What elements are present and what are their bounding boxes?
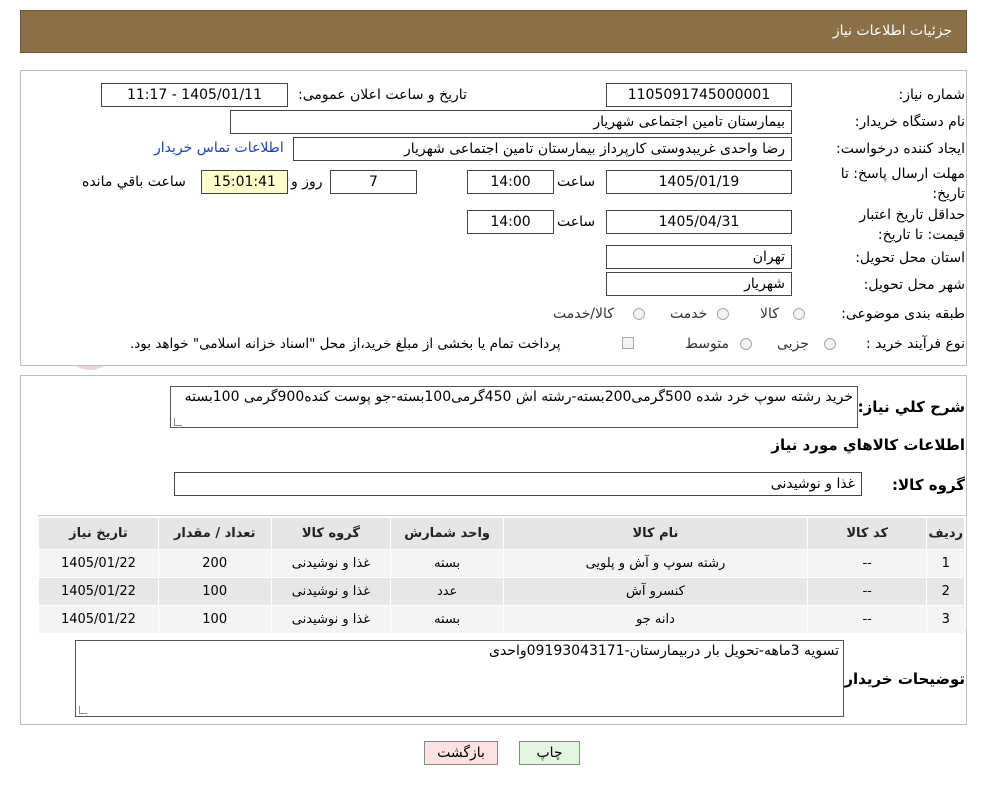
creator-field: رضا واحدی غریبدوستی کارپرداز بیمارستان ت… — [293, 137, 792, 161]
category-option-goods: کالا — [760, 306, 779, 322]
col-header-group: گروه كالا — [270, 517, 392, 550]
cell-quantity: 200 — [157, 549, 272, 578]
treasury-payment-checkbox[interactable] — [622, 337, 634, 349]
cell-date: 1405/01/22 — [38, 605, 159, 634]
category-option-service: خدمت — [670, 306, 708, 322]
cell-unit: بسته — [390, 549, 504, 578]
cell-quantity: 100 — [157, 605, 272, 634]
back-button[interactable]: بازگشت — [424, 741, 498, 765]
days-field: 7 — [330, 170, 417, 194]
validity-time-label: ساعت — [557, 214, 596, 230]
cell-group: غذا و نوشیدنی — [270, 549, 392, 578]
table-row: 1 -- رشته سوپ و آش و پلویی بسته غذا و نو… — [38, 549, 965, 578]
cell-date: 1405/01/22 — [38, 549, 159, 578]
category-label: طبقه بندی موضوعی: — [841, 306, 965, 322]
cell-unit: عدد — [390, 577, 504, 606]
validity-label-text: حداقل تاریخ اعتبار قیمت: تا تاریخ: — [859, 207, 965, 243]
city-label: شهر محل تحویل: — [863, 277, 965, 293]
process-radio-medium[interactable] — [740, 338, 752, 350]
goods-table: رديف كد كالا نام كالا واحد شمارش گروه كا… — [38, 517, 965, 634]
cell-name: رشته سوپ و آش و پلویی — [503, 549, 808, 578]
cell-row: 2 — [926, 577, 965, 606]
city-field: شهریار — [606, 272, 792, 296]
deadline-time-field: 14:00 — [467, 170, 554, 194]
category-option-both: کالا/خدمت — [553, 306, 614, 322]
cell-code: -- — [806, 549, 928, 578]
page-header: جزئیات اطلاعات نیاز — [20, 10, 967, 53]
print-button[interactable]: چاپ — [519, 741, 580, 765]
col-header-code: كد كالا — [806, 517, 928, 550]
province-label: استان محل تحویل: — [855, 250, 965, 266]
col-header-quantity: تعداد / مقدار — [157, 517, 272, 550]
cell-name: دانه جو — [503, 605, 808, 634]
cell-quantity: 100 — [157, 577, 272, 606]
buyer-notes-label: توضیحات خریدار: — [838, 670, 965, 688]
process-radio-minor[interactable] — [824, 338, 836, 350]
deadline-label-text: مهلت ارسال پاسخ: تا تاریخ: — [840, 166, 965, 202]
remaining-time-field: 15:01:41 — [201, 170, 288, 194]
buyer-org-field: بیمارستان تامین اجتماعی شهریار — [230, 110, 792, 134]
province-field: تهران — [606, 245, 792, 269]
cell-row: 1 — [926, 549, 965, 578]
cell-group: غذا و نوشیدنی — [270, 577, 392, 606]
validity-date-field: 1405/04/31 — [606, 210, 792, 234]
cell-code: -- — [806, 605, 928, 634]
goods-group-field: غذا و نوشیدنی — [174, 472, 862, 496]
cell-name: کنسرو آش — [503, 577, 808, 606]
goods-group-label: گروه كالا: — [892, 476, 965, 494]
category-radio-goods[interactable] — [793, 308, 805, 320]
process-label: نوع فرآیند خرید : — [866, 336, 965, 352]
buyer-contact-link[interactable]: اطلاعات تماس خریدار — [154, 140, 284, 156]
creator-label: ایجاد کننده درخواست: — [836, 141, 965, 157]
summary-textarea[interactable]: خرید رشته سوپ خرد شده 500گرمی200بسته-رشت… — [170, 386, 858, 428]
need-number-field: 1105091745000001 — [606, 83, 792, 107]
process-option-minor: جزیی — [777, 336, 809, 352]
col-header-unit: واحد شمارش — [390, 517, 504, 550]
treasury-payment-note: پرداخت تمام یا بخشی از مبلغ خرید،از محل … — [130, 336, 561, 352]
col-header-date: تاريخ نياز — [38, 517, 159, 550]
col-header-row: رديف — [926, 517, 965, 550]
cell-unit: بسته — [390, 605, 504, 634]
col-header-name: نام كالا — [503, 517, 808, 550]
deadline-time-label: ساعت — [557, 174, 596, 190]
summary-label: شرح کلي نياز: — [857, 398, 965, 416]
process-option-medium: متوسط — [685, 336, 729, 352]
table-row: 2 -- کنسرو آش عدد غذا و نوشیدنی 100 1405… — [38, 577, 965, 606]
days-label: روز و — [291, 174, 323, 190]
page-title: جزئیات اطلاعات نیاز — [832, 23, 952, 39]
announce-field: 1405/01/11 - 11:17 — [101, 83, 288, 107]
cell-date: 1405/01/22 — [38, 577, 159, 606]
remaining-label: ساعت باقي مانده — [82, 174, 186, 190]
deadline-label: مهلت ارسال پاسخ: تا تاریخ: — [825, 164, 965, 204]
buyer-org-label: نام دستگاه خریدار: — [854, 114, 965, 130]
category-radio-both[interactable] — [633, 308, 645, 320]
goods-table-header: رديف كد كالا نام كالا واحد شمارش گروه كا… — [38, 517, 965, 550]
validity-label: حداقل تاریخ اعتبار قیمت: تا تاریخ: — [825, 205, 965, 245]
announce-label: تاریخ و ساعت اعلان عمومی: — [298, 87, 467, 103]
buyer-notes-textarea[interactable]: تسویه 3ماهه-تحویل بار دربیمارستان-091930… — [75, 640, 844, 717]
need-number-label: شماره نیاز: — [898, 87, 966, 103]
validity-time-field: 14:00 — [467, 210, 554, 234]
cell-code: -- — [806, 577, 928, 606]
deadline-date-field: 1405/01/19 — [606, 170, 792, 194]
table-row: 3 -- دانه جو بسته غذا و نوشیدنی 100 1405… — [38, 605, 965, 634]
summary-resize-handle[interactable] — [174, 418, 182, 426]
cell-group: غذا و نوشیدنی — [270, 605, 392, 634]
cell-row: 3 — [926, 605, 965, 634]
category-radio-service[interactable] — [717, 308, 729, 320]
buyer-notes-resize-handle[interactable] — [79, 706, 87, 714]
goods-section-title: اطلاعات كالاهاي مورد نياز — [771, 436, 965, 454]
